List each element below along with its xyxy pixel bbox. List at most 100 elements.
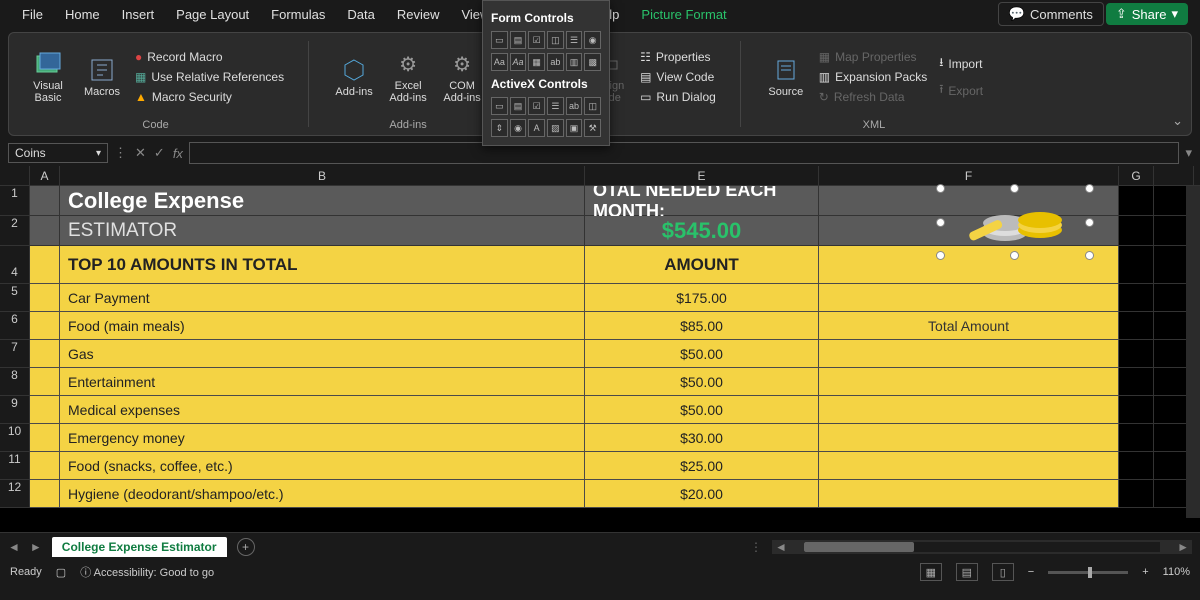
button-control-icon[interactable]: ▭ <box>491 31 508 49</box>
enter-icon[interactable]: ✓ <box>154 145 165 161</box>
textbox-control-icon[interactable]: ab <box>547 53 564 71</box>
cell[interactable] <box>819 480 1119 508</box>
comments-button[interactable]: 💬Comments <box>998 2 1104 26</box>
row-header[interactable]: 11 <box>0 452 30 480</box>
col-header[interactable]: G <box>1119 166 1154 185</box>
col-header[interactable]: B <box>60 166 585 185</box>
cell[interactable]: $50.00 <box>585 396 819 424</box>
zoom-in-button[interactable]: + <box>1142 566 1148 578</box>
ax-spin-icon[interactable]: ⇕ <box>491 119 508 137</box>
macro-record-icon[interactable]: ▢ <box>56 566 66 579</box>
label-control-icon[interactable]: Aa <box>491 53 508 71</box>
tab-insert[interactable]: Insert <box>112 3 165 26</box>
groupbox-control-icon[interactable]: ▦ <box>528 53 545 71</box>
scrollbar-control-icon[interactable]: Aa <box>510 53 527 71</box>
ax-checkbox-icon[interactable]: ☑ <box>528 97 545 115</box>
collapse-ribbon-button[interactable]: ⌄ <box>1172 113 1183 129</box>
row-header[interactable]: 10 <box>0 424 30 452</box>
ax-image-icon[interactable]: ▨ <box>547 119 564 137</box>
import-button[interactable]: ⭳Import <box>935 51 987 76</box>
run-dialog-button[interactable]: ▭Run Dialog <box>636 88 720 106</box>
cell[interactable]: Gas <box>60 340 585 368</box>
cell[interactable] <box>30 396 60 424</box>
ax-list-icon[interactable]: ☰ <box>547 97 564 115</box>
row-header[interactable]: 7 <box>0 340 30 368</box>
row-header[interactable]: 1 <box>0 186 30 216</box>
ax-label-icon[interactable]: A <box>528 119 545 137</box>
combo-control-icon[interactable]: ▤ <box>510 31 527 49</box>
cell[interactable] <box>30 452 60 480</box>
option-control-icon[interactable]: ◉ <box>584 31 601 49</box>
tab-data[interactable]: Data <box>337 3 384 26</box>
name-box[interactable]: Coins▾ <box>8 143 108 163</box>
add-sheet-button[interactable]: + <box>237 538 255 556</box>
col-header[interactable]: F <box>819 166 1119 185</box>
cell[interactable] <box>819 340 1119 368</box>
ax-combo-icon[interactable]: ▤ <box>510 97 527 115</box>
cell[interactable] <box>1119 246 1154 284</box>
cell[interactable] <box>1119 216 1154 246</box>
cell[interactable] <box>1119 424 1154 452</box>
normal-view-button[interactable]: ▦ <box>920 563 942 581</box>
col-header[interactable]: A <box>30 166 60 185</box>
cell[interactable] <box>30 186 60 216</box>
cell[interactable]: Total Amount <box>819 312 1119 340</box>
view-code-button[interactable]: ▤View Code <box>636 68 720 86</box>
cell[interactable] <box>1119 186 1154 216</box>
cell[interactable] <box>819 424 1119 452</box>
cell[interactable] <box>1119 340 1154 368</box>
cell[interactable] <box>1119 480 1154 508</box>
relative-refs-button[interactable]: ▦Use Relative References <box>131 68 288 86</box>
cell[interactable] <box>30 340 60 368</box>
cell[interactable] <box>30 312 60 340</box>
ax-text-icon[interactable]: ab <box>566 97 583 115</box>
cell[interactable]: AMOUNT <box>585 246 819 284</box>
cell[interactable]: Car Payment <box>60 284 585 312</box>
row-header[interactable]: 8 <box>0 368 30 396</box>
row-header[interactable]: 6 <box>0 312 30 340</box>
cell[interactable] <box>1119 284 1154 312</box>
zoom-level[interactable]: 110% <box>1163 566 1190 578</box>
row-header[interactable]: 4 <box>0 246 30 284</box>
next-sheet-icon[interactable]: ► <box>30 540 42 554</box>
row-header[interactable]: 5 <box>0 284 30 312</box>
macro-security-button[interactable]: ▲Macro Security <box>131 88 288 106</box>
cell[interactable]: $30.00 <box>585 424 819 452</box>
tab-pagelayout[interactable]: Page Layout <box>166 3 259 26</box>
cell[interactable]: Medical expenses <box>60 396 585 424</box>
tab-pictureformat[interactable]: Picture Format <box>631 3 736 26</box>
cell[interactable]: $50.00 <box>585 368 819 396</box>
cell[interactable]: $85.00 <box>585 312 819 340</box>
cell[interactable] <box>30 368 60 396</box>
cell[interactable] <box>30 216 60 246</box>
cell[interactable] <box>1119 396 1154 424</box>
vertical-scrollbar[interactable] <box>1186 186 1200 518</box>
image-control-icon[interactable]: ▩ <box>584 53 601 71</box>
selection-handles[interactable] <box>940 188 1090 268</box>
cell[interactable]: ESTIMATOR <box>60 216 585 246</box>
cell[interactable] <box>1119 452 1154 480</box>
combobox-control-icon[interactable]: ▥ <box>566 53 583 71</box>
cell[interactable] <box>819 396 1119 424</box>
accessibility-status[interactable]: ⓘ Accessibility: Good to go <box>80 564 214 580</box>
row-header[interactable]: 2 <box>0 216 30 246</box>
ax-option-icon[interactable]: ◉ <box>510 119 527 137</box>
cell[interactable]: Food (snacks, coffee, etc.) <box>60 452 585 480</box>
ax-button-icon[interactable]: ▭ <box>491 97 508 115</box>
visual-basic-button[interactable]: Visual Basic <box>23 39 73 115</box>
cell[interactable] <box>30 284 60 312</box>
tab-review[interactable]: Review <box>387 3 450 26</box>
cell[interactable] <box>819 284 1119 312</box>
cell[interactable]: OTAL NEEDED EACH MONTH: <box>585 186 819 216</box>
col-header[interactable] <box>1154 166 1194 185</box>
addins-button[interactable]: Add-ins <box>329 39 379 115</box>
macros-button[interactable]: Macros <box>77 39 127 115</box>
expansion-packs-button[interactable]: ▥Expansion Packs <box>815 68 931 86</box>
tab-formulas[interactable]: Formulas <box>261 3 335 26</box>
cell[interactable]: Entertainment <box>60 368 585 396</box>
zoom-out-button[interactable]: − <box>1028 566 1034 578</box>
cell[interactable]: College Expense <box>60 186 585 216</box>
expand-formula-icon[interactable]: ▾ <box>1185 145 1192 161</box>
ax-scroll-icon[interactable]: ◫ <box>584 97 601 115</box>
row-header[interactable]: 12 <box>0 480 30 508</box>
